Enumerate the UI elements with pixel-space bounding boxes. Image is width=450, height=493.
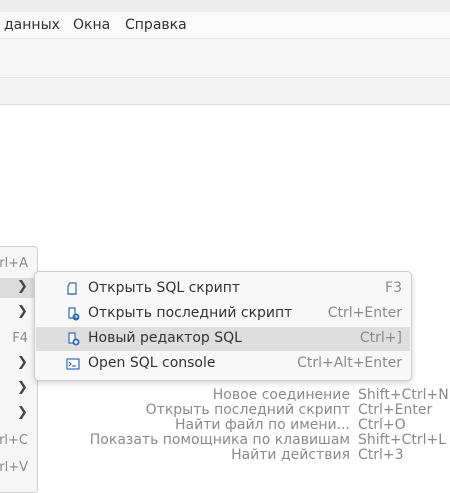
tab-bar: [0, 78, 450, 105]
open-sql-console-item[interactable]: Open SQL console Ctrl+Alt+Enter: [36, 352, 410, 376]
parent-menu-item[interactable]: rl+A: [0, 254, 37, 274]
parent-menu-item[interactable]: ❯: [0, 404, 37, 424]
hint-shortcut: Shift+Ctrl+N: [358, 387, 449, 403]
hint-row: Открыть последний скрипт Ctrl+Enter: [60, 403, 450, 418]
hint-shortcut: Ctrl+Enter: [358, 402, 433, 418]
chevron-right-icon: ❯: [17, 405, 28, 420]
parent-menu-item[interactable]: rl+V: [0, 458, 37, 478]
chevron-right-icon: ❯: [17, 304, 28, 319]
sql-console-icon: [66, 357, 80, 371]
parent-menu-item[interactable]: F4: [0, 329, 37, 349]
welcome-shortcut-hints: Новое соединение Shift+Ctrl+N Открыть по…: [60, 388, 450, 463]
shortcut-text: rl+V: [0, 460, 28, 475]
new-sql-editor-icon: [66, 332, 80, 346]
recent-script-icon: [66, 307, 80, 321]
parent-menu-item-sql-editor[interactable]: ❯: [0, 278, 37, 298]
sql-script-icon: [66, 282, 80, 296]
menu-item-shortcut: Ctrl+Alt+Enter: [297, 355, 402, 371]
menu-item-label: Новый редактор SQL: [88, 330, 242, 346]
hint-label: Найти файл по имени...: [175, 417, 350, 433]
menu-item-label: Open SQL console: [88, 355, 216, 371]
parent-context-menu: rl+A ❯ ❯ F4 ❯ ❯ ❯ rl+C rl+V: [0, 246, 38, 493]
parent-menu-item[interactable]: ❯: [0, 303, 37, 323]
menu-item-data[interactable]: данных: [4, 17, 60, 33]
menu-bar: данных Окна Справка: [0, 12, 450, 39]
menu-item-windows[interactable]: Окна: [73, 17, 110, 33]
open-recent-script-item[interactable]: Открыть последний скрипт Ctrl+Enter: [36, 302, 410, 326]
menu-item-shortcut: Ctrl+Enter: [327, 305, 402, 321]
shortcut-text: rl+A: [0, 256, 28, 271]
parent-menu-item[interactable]: ❯: [0, 354, 37, 374]
toolbar: [0, 39, 450, 78]
hint-label: Показать помощника по клавишам: [89, 432, 350, 448]
menu-item-shortcut: Ctrl+]: [359, 330, 402, 346]
parent-menu-item[interactable]: ❯: [0, 379, 37, 399]
open-sql-script-item[interactable]: Открыть SQL скрипт F3: [36, 277, 410, 301]
shortcut-text: rl+C: [0, 433, 28, 448]
chevron-right-icon: ❯: [17, 279, 28, 294]
hint-label: Открыть последний скрипт: [145, 402, 350, 418]
chevron-right-icon: ❯: [17, 355, 28, 370]
hint-row: Найти действия Ctrl+3: [60, 448, 450, 463]
menu-item-label: Открыть SQL скрипт: [88, 280, 241, 296]
hint-shortcut: Shift+Ctrl+L: [358, 432, 446, 448]
menu-item-help[interactable]: Справка: [125, 17, 187, 33]
parent-menu-item[interactable]: rl+C: [0, 431, 37, 451]
new-sql-editor-item[interactable]: Новый редактор SQL Ctrl+]: [36, 327, 410, 351]
hint-shortcut: Ctrl+O: [358, 417, 406, 433]
hint-label: Новое соединение: [212, 387, 350, 403]
chevron-right-icon: ❯: [17, 380, 28, 395]
hint-row: Новое соединение Shift+Ctrl+N: [60, 388, 450, 403]
hint-shortcut: Ctrl+3: [358, 447, 404, 463]
menu-item-shortcut: F3: [385, 280, 402, 296]
hint-row: Найти файл по имени... Ctrl+O: [60, 418, 450, 433]
shortcut-text: F4: [12, 331, 28, 346]
sql-editor-submenu: Открыть SQL скрипт F3 Открыть последний …: [34, 271, 412, 381]
hint-row: Показать помощника по клавишам Shift+Ctr…: [60, 433, 450, 448]
menu-item-label: Открыть последний скрипт: [88, 305, 293, 321]
hint-label: Найти действия: [231, 447, 350, 463]
